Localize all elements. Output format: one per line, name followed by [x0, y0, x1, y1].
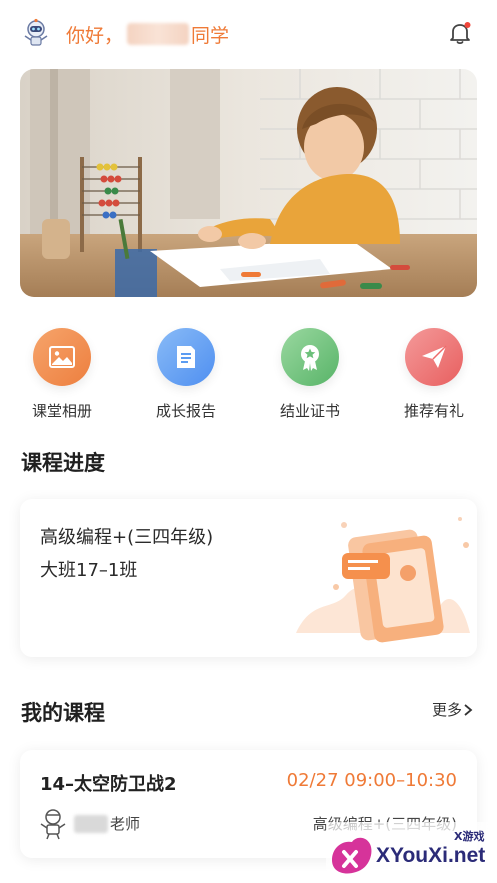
- quick-action-label: 推荐有礼: [403, 402, 464, 420]
- greeting-suffix: 同学: [191, 24, 230, 47]
- teacher-avatar-icon: [40, 809, 66, 840]
- watermark-text: XYouXi.net: [376, 844, 486, 867]
- promo-banner[interactable]: [20, 69, 477, 297]
- greeting-text: 你好， 同学: [66, 21, 229, 47]
- chevron-right-icon: [464, 703, 473, 716]
- more-label: 更多: [432, 701, 463, 719]
- course-progress-card[interactable]: 高级编程+(三四年级) 大班17–1班: [20, 499, 477, 657]
- photo-album-icon: [33, 328, 91, 386]
- lesson-time: 02/27 09:00–10:30: [286, 770, 457, 791]
- more-link[interactable]: 更多: [432, 699, 474, 720]
- blurred-teacher-name: [74, 814, 108, 833]
- banner-photo-child-drawing: [20, 69, 477, 297]
- quick-action-referral[interactable]: 推荐有礼: [384, 328, 484, 421]
- course-progress-title: 课程进度: [21, 451, 105, 475]
- send-gift-icon: [405, 328, 463, 386]
- greeting-prefix: 你好，: [66, 24, 124, 47]
- progress-course-name: 高级编程+(三四年级): [40, 527, 214, 548]
- site-watermark: X游戏 XYouXi.net: [326, 822, 497, 883]
- header-bar: 你好， 同学: [0, 0, 497, 66]
- teacher-name: 老师: [74, 813, 140, 834]
- report-illustration-icon: [296, 517, 470, 643]
- quick-action-certificate[interactable]: 结业证书: [260, 328, 360, 421]
- quick-action-label: 课堂相册: [31, 402, 92, 420]
- lesson-title: 14–太空防卫战2: [40, 774, 177, 795]
- watermark-small-text: X游戏: [454, 830, 485, 843]
- quick-actions: 课堂相册 成长报告 结业证书 推荐有礼: [0, 328, 497, 428]
- quick-action-label: 成长报告: [155, 402, 216, 420]
- quick-action-growth-report[interactable]: 成长报告: [136, 328, 236, 421]
- robot-avatar-icon[interactable]: [20, 17, 52, 49]
- certificate-icon: [281, 328, 339, 386]
- report-icon: [157, 328, 215, 386]
- my-courses-title: 我的课程: [21, 701, 105, 725]
- teacher-suffix: 老师: [110, 815, 141, 833]
- progress-class-name: 大班17–1班: [40, 560, 138, 581]
- notification-bell-icon[interactable]: [446, 19, 474, 47]
- quick-action-class-album[interactable]: 课堂相册: [12, 328, 112, 421]
- quick-action-label: 结业证书: [279, 402, 340, 420]
- blurred-student-name: [127, 23, 190, 45]
